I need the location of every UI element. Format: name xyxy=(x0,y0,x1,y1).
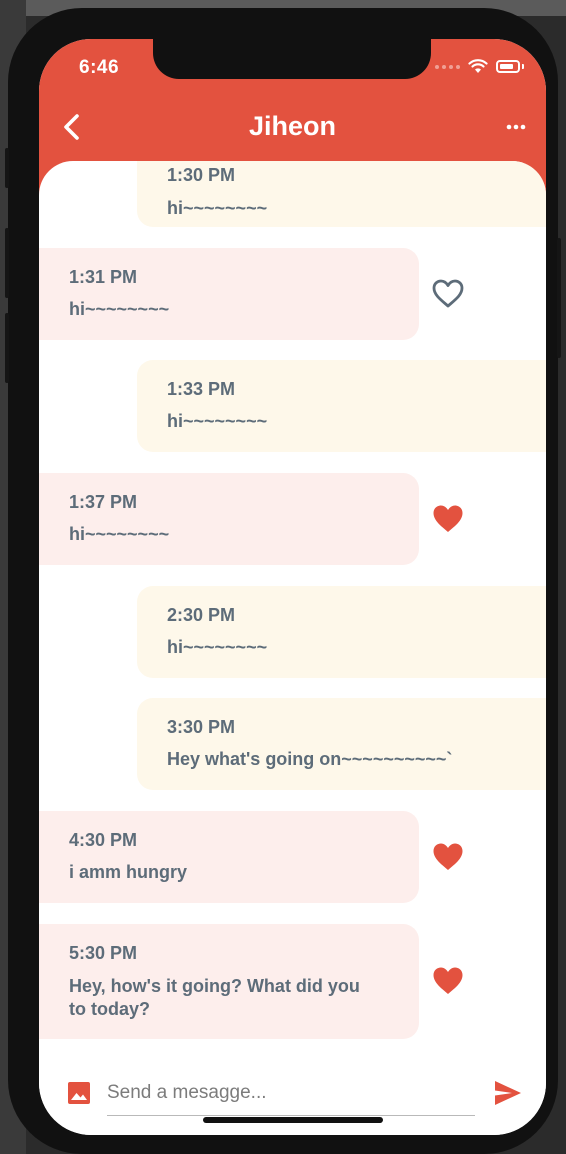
wifi-icon xyxy=(468,59,488,73)
status-bar-icons xyxy=(435,59,524,74)
cellular-signal-icon xyxy=(435,64,460,69)
message-time: 1:30 PM xyxy=(167,165,236,185)
message-time: 3:30 PM xyxy=(167,717,236,737)
battery-icon xyxy=(496,60,520,73)
message-bubble-sent: 2:30 PM hi~~~~~~~~ xyxy=(137,586,546,678)
message-time: 2:30 PM xyxy=(167,605,236,625)
message-time: 5:30 PM xyxy=(69,943,138,963)
message-bubble-sent: 1:33 PM hi~~~~~~~~ xyxy=(137,360,546,452)
message-text: hi~~~~~~~~ xyxy=(167,411,268,431)
message-text: i amm hungry xyxy=(69,862,188,882)
message-bubble-received: 1:37 PM hi~~~~~~~~ xyxy=(39,473,419,565)
message-text: hi~~~~~~~~ xyxy=(69,299,170,319)
message-time: 1:37 PM xyxy=(69,492,138,512)
mute-switch xyxy=(5,148,9,188)
home-indicator xyxy=(203,1117,383,1123)
heart-filled-icon[interactable] xyxy=(431,503,465,535)
message-list[interactable]: 1:30 PM hi~~~~~~~~ 1:31 PM hi~~~~~~~~ 1:… xyxy=(39,161,546,1061)
volume-up-button xyxy=(5,228,9,298)
notch xyxy=(153,39,431,79)
message-text: Hey what's going on~~~~~~~~~~` xyxy=(167,749,453,769)
volume-down-button xyxy=(5,313,9,383)
image-icon xyxy=(68,1082,90,1104)
message-time: 1:33 PM xyxy=(167,379,236,399)
phone-screen: 6:46 Jiheon 1:30 PM hi~~~~~~~~ 1:31 PM h… xyxy=(39,39,546,1135)
send-icon xyxy=(495,1081,521,1105)
ellipsis-icon xyxy=(506,124,526,130)
heart-filled-icon[interactable] xyxy=(431,841,465,873)
message-text: hi~~~~~~~~ xyxy=(167,198,268,218)
power-button xyxy=(557,238,561,358)
message-time: 4:30 PM xyxy=(69,830,138,850)
message-bubble-sent: 3:30 PM Hey what's going on~~~~~~~~~~` xyxy=(137,698,546,790)
attach-image-button[interactable] xyxy=(67,1081,91,1105)
heart-filled-icon[interactable] xyxy=(431,965,465,997)
message-bubble-received: 1:31 PM hi~~~~~~~~ xyxy=(39,248,419,340)
message-bubble-sent: 1:30 PM hi~~~~~~~~ xyxy=(137,161,546,227)
status-bar-time: 6:46 xyxy=(79,57,120,78)
battery-tip xyxy=(522,64,524,69)
message-text: hi~~~~~~~~ xyxy=(167,637,268,657)
message-time: 1:31 PM xyxy=(69,267,138,287)
message-input[interactable] xyxy=(107,1077,475,1116)
phone-frame: 6:46 Jiheon 1:30 PM hi~~~~~~~~ 1:31 PM h… xyxy=(5,8,561,1154)
send-button[interactable] xyxy=(493,1079,523,1107)
message-bubble-received: 4:30 PM i amm hungry xyxy=(39,811,419,903)
message-text: Hey, how's it going? What did you to tod… xyxy=(69,976,360,1019)
message-bubble-received: 5:30 PM Hey, how's it going? What did yo… xyxy=(39,924,419,1039)
more-options-button[interactable] xyxy=(504,119,528,135)
message-composer xyxy=(39,1061,546,1135)
heart-outline-icon[interactable] xyxy=(431,278,465,310)
message-text: hi~~~~~~~~ xyxy=(69,524,170,544)
chat-title: Jiheon xyxy=(248,111,336,141)
